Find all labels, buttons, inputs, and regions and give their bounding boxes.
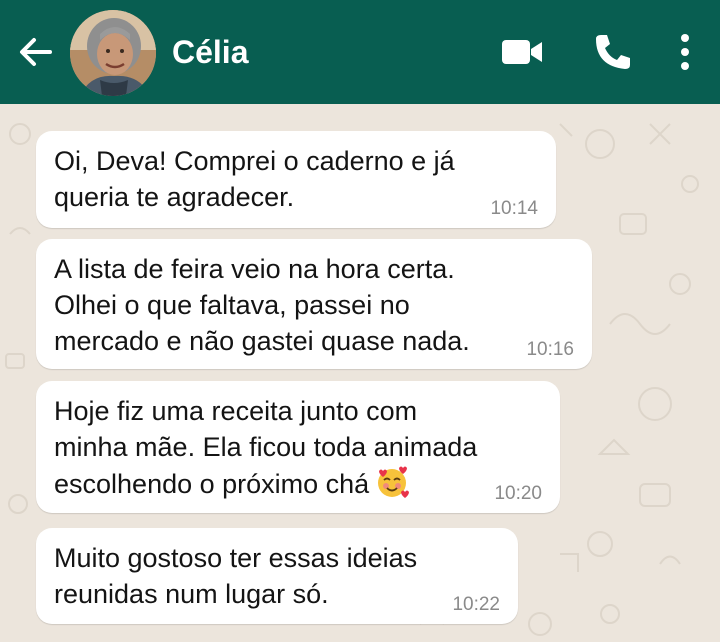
voice-call-button[interactable] [590,30,634,74]
message-bubble[interactable]: Hoje fiz uma receita junto com minha mãe… [36,381,560,513]
message-text: Hoje fiz uma receita junto com minha mãe… [54,393,542,502]
message-time: 10:14 [490,198,538,219]
video-call-icon [502,40,542,64]
chat-area[interactable]: Oi, Deva! Comprei o caderno e já queria … [0,104,720,642]
smiling-face-with-hearts-icon [378,466,410,498]
more-options-icon [681,34,689,70]
message-time: 10:16 [526,339,574,360]
message-text: Muito gostoso ter essas ideias reunidas … [54,543,418,609]
contact-name[interactable]: Célia [172,30,248,74]
message-time: 10:22 [452,594,500,615]
message-text: A lista de feira veio na hora certa. Olh… [54,254,470,356]
back-arrow-icon [20,38,52,66]
message-bubble[interactable]: Muito gostoso ter essas ideias reunidas … [36,528,518,624]
message-bubble[interactable]: A lista de feira veio na hora certa. Olh… [36,239,592,369]
video-call-button[interactable] [498,30,546,74]
contact-photo [70,10,156,96]
message-time: 10:20 [494,483,542,504]
back-button[interactable] [16,32,56,72]
avatar[interactable] [70,10,156,96]
message-text: Oi, Deva! Comprei o caderno e já queria … [54,146,455,212]
message-text-content: Hoje fiz uma receita junto com minha mãe… [54,396,478,499]
more-options-button[interactable] [668,30,702,74]
chat-header: Célia [0,0,720,104]
message-bubble[interactable]: Oi, Deva! Comprei o caderno e já queria … [36,131,556,228]
phone-icon [596,35,630,69]
